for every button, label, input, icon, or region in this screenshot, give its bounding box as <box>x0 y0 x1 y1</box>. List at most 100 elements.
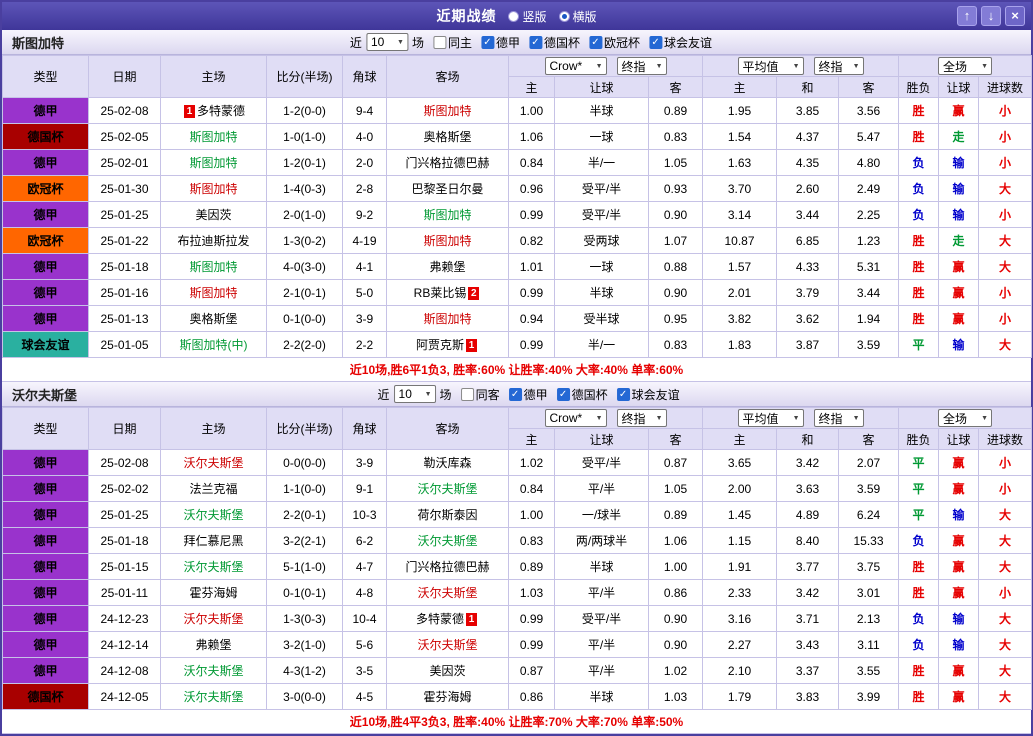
league-filter[interactable]: 德甲 <box>508 386 548 403</box>
away-team-cell: 多特蒙德 1 <box>386 605 509 632</box>
match-count-select[interactable]: 10 ▼ <box>393 385 436 403</box>
full-match-select[interactable]: 全场 ▼ <box>938 57 993 75</box>
home-team-cell: 沃尔夫斯堡 <box>160 501 267 528</box>
corner-cell: 3-5 <box>342 657 387 684</box>
odds-provider-value: Crow* <box>549 59 583 73</box>
league-checkbox[interactable] <box>508 387 522 401</box>
league-filter[interactable]: 欧冠杯 <box>589 34 640 51</box>
team-name-text: 沃尔夫斯堡 <box>183 612 244 626</box>
average-odds-select[interactable]: 平均值 ▼ <box>737 409 804 427</box>
date-cell: 25-01-25 <box>88 501 161 528</box>
league-cell: 德甲 <box>2 201 89 228</box>
same-venue-filter[interactable]: 同主 <box>432 34 472 51</box>
wdl-result-cell: 胜 <box>898 553 940 580</box>
handicap-cell: 受平/半 <box>554 175 649 202</box>
header-score: 比分(半场) <box>266 407 343 450</box>
asian-home-odds-cell: 1.03 <box>508 579 555 606</box>
goals-result-cell: 小 <box>978 449 1033 476</box>
team-name-text: 斯图加特 <box>189 156 238 170</box>
wdl-result-cell: 平 <box>898 331 940 358</box>
same-venue-label: 同客 <box>475 387 500 402</box>
match-row: 欧冠杯 25-01-30 斯图加特 1-4(0-3) 2-8 巴黎圣日尔曼 0.96 受平/半… <box>2 175 1033 202</box>
away-team-cell: 沃尔夫斯堡 <box>386 527 509 554</box>
league-cell: 德甲 <box>2 475 89 502</box>
away-team-cell: 沃尔夫斯堡 <box>386 579 509 606</box>
final-euro-odds-select[interactable]: 终指 ▼ <box>813 57 864 75</box>
euro-odds-group-header: 平均值 ▼ 终指 ▼ <box>701 407 900 429</box>
euro-odds-selects: 平均值 ▼ 终指 ▼ <box>704 57 898 75</box>
final-euro-odds-select[interactable]: 终指 ▼ <box>813 409 864 427</box>
date-cell: 25-01-25 <box>88 201 161 228</box>
league-filter[interactable]: 德甲 <box>480 34 520 51</box>
same-venue-checkbox[interactable] <box>432 35 446 49</box>
euro-draw-odds-cell: 3.42 <box>776 579 839 606</box>
match-count-select[interactable]: 10 ▼ <box>365 33 408 51</box>
corner-cell: 4-7 <box>342 553 387 580</box>
asian-home-odds-cell: 0.86 <box>508 683 555 710</box>
red-card-badge: 1 <box>466 339 477 352</box>
date-cell: 25-01-16 <box>88 279 161 306</box>
league-checkbox[interactable] <box>649 35 663 49</box>
score-cell: 1-3(0-2) <box>266 227 343 254</box>
full-match-select[interactable]: 全场 ▼ <box>938 409 993 427</box>
same-venue-filter[interactable]: 同客 <box>460 386 500 403</box>
home-team-cell: 弗赖堡 <box>160 631 267 658</box>
chevron-down-icon: ▼ <box>595 414 603 422</box>
corner-cell: 4-5 <box>342 683 387 710</box>
league-filter[interactable]: 球会友谊 <box>649 34 712 51</box>
euro-home-odds-cell: 1.63 <box>702 149 777 176</box>
league-cell: 德甲 <box>2 305 89 332</box>
home-team-cell: 斯图加特 <box>160 253 267 280</box>
wdl-result-cell: 胜 <box>898 305 940 332</box>
final-odds-select[interactable]: 终指 ▼ <box>616 57 667 75</box>
handicap-result-cell: 赢 <box>938 683 980 710</box>
asian-home-odds-cell: 0.89 <box>508 553 555 580</box>
header-type: 类型 <box>2 407 89 450</box>
average-odds-select[interactable]: 平均值 ▼ <box>737 57 804 75</box>
red-card-badge: 1 <box>183 105 195 118</box>
league-checkbox[interactable] <box>480 35 494 49</box>
final-odds-select[interactable]: 终指 ▼ <box>616 409 667 427</box>
team-name-text: 沃尔夫斯堡 <box>183 690 244 704</box>
score-cell: 1-2(0-1) <box>266 149 343 176</box>
corner-cell: 9-1 <box>342 475 387 502</box>
same-venue-checkbox[interactable] <box>460 387 474 401</box>
league-filter[interactable]: 德国杯 <box>556 386 608 403</box>
league-checkbox[interactable] <box>556 387 570 401</box>
handicap-result-cell: 输 <box>938 331 980 358</box>
score-cell: 0-1(0-0) <box>266 305 343 332</box>
scroll-up-button[interactable]: ↑ <box>957 6 977 26</box>
league-checkbox[interactable] <box>528 35 542 49</box>
scroll-down-button[interactable]: ↓ <box>981 6 1001 26</box>
chevron-down-icon: ▼ <box>595 62 603 70</box>
team-name-text: 斯图加特 <box>189 130 238 144</box>
asian-home-odds-cell: 1.02 <box>508 449 555 476</box>
handicap-cell: 半/一 <box>554 149 649 176</box>
handicap-cell: 受平/半 <box>554 449 649 476</box>
league-filter[interactable]: 德国杯 <box>528 34 580 51</box>
match-row: 德国杯 25-02-05 斯图加特 1-0(1-0) 4-0 奥格斯堡 1.06 一球 0.83… <box>2 123 1033 150</box>
league-checkbox[interactable] <box>589 35 603 49</box>
layout-radio-vertical[interactable]: 竖版 <box>508 8 547 25</box>
goals-result-cell: 小 <box>978 149 1033 176</box>
score-cell: 1-1(0-0) <box>266 475 343 502</box>
goals-result-cell: 小 <box>978 305 1033 332</box>
close-button[interactable]: × <box>1005 6 1025 26</box>
odds-provider-select[interactable]: Crow* ▼ <box>544 57 607 75</box>
score-cell: 1-4(0-3) <box>266 175 343 202</box>
chevron-down-icon: ▼ <box>981 62 989 70</box>
date-cell: 25-02-08 <box>88 97 161 124</box>
league-checkbox[interactable] <box>616 387 630 401</box>
close-icon: × <box>1011 8 1019 23</box>
corner-cell: 4-1 <box>342 253 387 280</box>
asian-away-odds-cell: 1.07 <box>648 227 703 254</box>
title-cluster: 近期战绩 竖版 横版 <box>436 6 596 26</box>
away-team-cell: 美因茨 <box>386 657 509 684</box>
league-filter[interactable]: 球会友谊 <box>616 386 680 403</box>
layout-radio-horizontal[interactable]: 横版 <box>558 8 597 25</box>
date-cell: 25-01-18 <box>88 253 161 280</box>
odds-provider-select[interactable]: Crow* ▼ <box>544 409 607 427</box>
header-home: 主场 <box>160 55 267 98</box>
euro-home-odds-cell: 1.57 <box>702 253 777 280</box>
team-section: 斯图加特 近10▼场同主德甲德国杯欧冠杯球会友谊 类型 日期 主场 比分(半场)… <box>2 30 1033 382</box>
